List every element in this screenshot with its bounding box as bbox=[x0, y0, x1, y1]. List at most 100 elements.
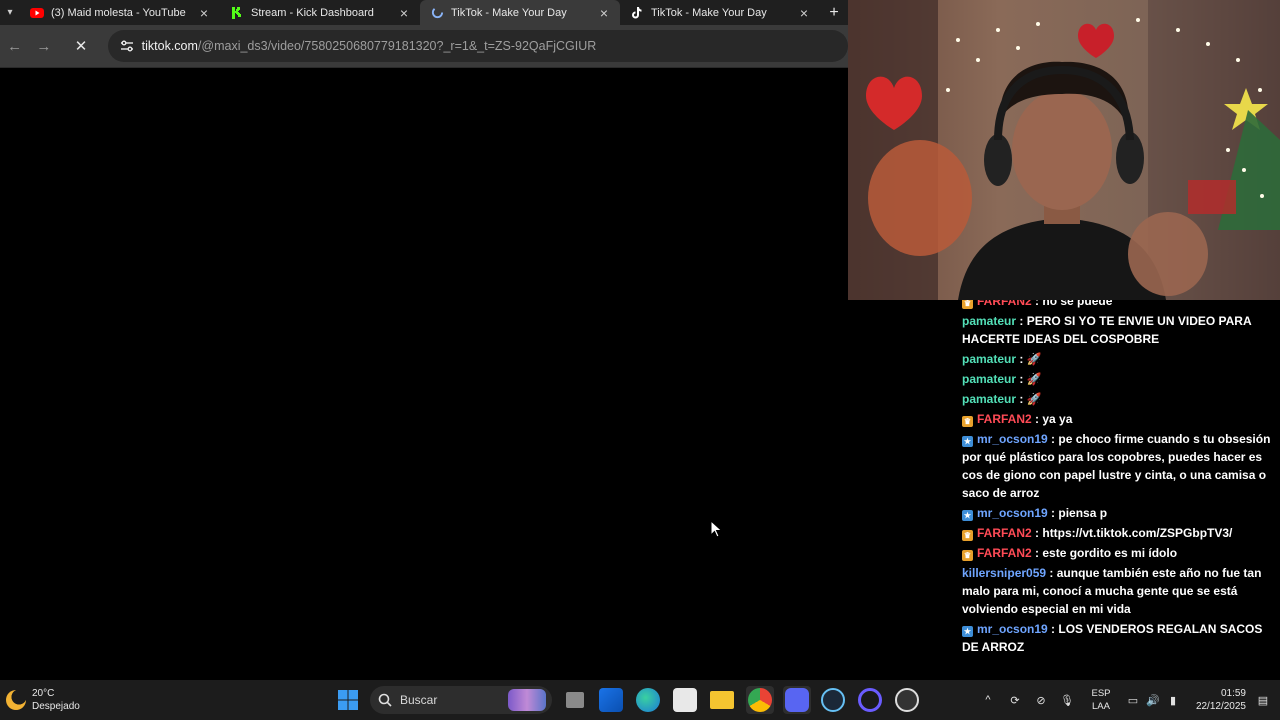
new-tab-plus-icon[interactable]: + bbox=[820, 0, 848, 25]
chat-username[interactable]: pamateur bbox=[962, 372, 1016, 386]
folder-icon bbox=[710, 691, 734, 709]
weather-widget[interactable]: 20°C Despejado bbox=[6, 686, 96, 714]
weather-condition: Despejado bbox=[32, 701, 80, 712]
language-code: ESP bbox=[1091, 688, 1111, 699]
chat-username[interactable]: mr_ocson19 bbox=[977, 432, 1048, 446]
microphone-icon[interactable]: 🎙 bbox=[1058, 686, 1076, 714]
muted-device-icon[interactable]: ⊘ bbox=[1032, 686, 1050, 714]
close-tab-icon[interactable]: × bbox=[596, 6, 612, 20]
crown-badge-icon: ♛ bbox=[962, 550, 973, 561]
tab-search-chevron-icon[interactable]: ▾ bbox=[0, 0, 20, 25]
chat-message: ♛ FARFAN2 : este gordito es mi ídolo bbox=[958, 544, 1280, 564]
forward-arrow-icon[interactable]: → bbox=[29, 31, 58, 61]
site-info-icon[interactable] bbox=[116, 35, 138, 57]
chat-separator: : bbox=[1016, 314, 1027, 328]
task-view-button[interactable] bbox=[562, 686, 588, 714]
system-clock[interactable]: 01:59 22/12/2025 bbox=[1196, 686, 1246, 714]
chat-separator: : bbox=[1047, 506, 1059, 520]
show-hidden-icons-chevron-icon[interactable]: ^ bbox=[980, 686, 996, 714]
battery-icon[interactable]: ▮ bbox=[1164, 686, 1182, 714]
sync-icon[interactable]: ⟳ bbox=[1006, 686, 1024, 714]
close-tab-icon[interactable]: × bbox=[796, 6, 812, 20]
obs-icon bbox=[895, 688, 919, 712]
chat-username[interactable]: mr_ocson19 bbox=[977, 506, 1048, 520]
crown-badge-icon: ♛ bbox=[962, 530, 973, 541]
chat-message: ♛ FARFAN2 : ya ya bbox=[958, 410, 1280, 430]
chat-message: ♛ FARFAN2 : https://vt.tiktok.com/ZSPGbpT… bbox=[958, 524, 1280, 544]
screen: ▾ (3) Maid molesta - YouTube × Stream - … bbox=[0, 0, 1280, 720]
url-path: /@maxi_ds3/video/7580250680779181320?_r=… bbox=[197, 39, 597, 53]
tab-title: TikTok - Make Your Day bbox=[651, 6, 767, 19]
stream-chat: ♛ FARFAN2 : no se puede pamateur : PERO SI… bbox=[958, 300, 1280, 680]
store-icon bbox=[673, 688, 697, 712]
language-indicator[interactable]: ESP LAA bbox=[1088, 686, 1114, 714]
back-arrow-icon[interactable]: ← bbox=[0, 31, 29, 61]
volume-icon[interactable]: 🔊 bbox=[1144, 686, 1162, 714]
chrome-icon bbox=[748, 688, 772, 712]
tab-youtube[interactable]: (3) Maid molesta - YouTube × bbox=[20, 0, 220, 25]
chat-separator: : bbox=[1047, 432, 1059, 446]
chat-text: 🚀 bbox=[1026, 392, 1042, 406]
youtube-icon bbox=[30, 6, 44, 20]
mouse-cursor-icon bbox=[710, 520, 723, 538]
taskbar-search-box[interactable]: Buscar bbox=[370, 686, 552, 714]
chat-message: ★ mr_ocson19 : piensa p bbox=[958, 504, 1280, 524]
chat-separator: : bbox=[1016, 352, 1027, 366]
kick-icon bbox=[230, 6, 244, 20]
close-tab-icon[interactable]: × bbox=[196, 6, 212, 20]
chat-separator: : bbox=[1047, 622, 1059, 636]
notifications-icon[interactable]: ▤ bbox=[1254, 686, 1272, 714]
chat-text: 🚀 bbox=[1026, 372, 1042, 386]
file-explorer-button[interactable] bbox=[709, 686, 735, 714]
chat-username[interactable]: FARFAN2 bbox=[977, 526, 1032, 540]
monitor-icon[interactable]: ▭ bbox=[1124, 686, 1142, 714]
chat-message: pamateur : 🚀 bbox=[958, 390, 1280, 410]
outlook-button[interactable] bbox=[598, 686, 624, 714]
store-button[interactable] bbox=[672, 686, 698, 714]
clock-time: 01:59 bbox=[1220, 688, 1246, 699]
chat-text: 🚀 bbox=[1026, 352, 1042, 366]
tab-tiktok-active[interactable]: TikTok - Make Your Day × bbox=[420, 0, 620, 25]
address-bar[interactable]: tiktok.com/@maxi_ds3/video/7580250680779… bbox=[107, 30, 848, 62]
edge-icon bbox=[636, 688, 660, 712]
page-content-loading bbox=[0, 68, 848, 680]
discord-button[interactable] bbox=[783, 686, 811, 714]
chat-username[interactable]: FARFAN2 bbox=[977, 412, 1032, 426]
close-tab-icon[interactable]: × bbox=[396, 6, 412, 20]
url-text[interactable]: tiktok.com/@maxi_ds3/video/7580250680779… bbox=[142, 39, 597, 53]
edge-button[interactable] bbox=[635, 686, 661, 714]
chat-separator: : bbox=[1031, 526, 1043, 540]
discord-icon bbox=[785, 688, 809, 712]
chat-separator: : bbox=[1031, 546, 1043, 560]
start-button[interactable] bbox=[334, 686, 362, 714]
chat-username[interactable]: pamateur bbox=[962, 392, 1016, 406]
chat-username[interactable]: mr_ocson19 bbox=[977, 622, 1048, 636]
stop-loading-icon[interactable]: ✕ bbox=[66, 31, 95, 61]
steam-button[interactable] bbox=[820, 686, 846, 714]
tab-title: TikTok - Make Your Day bbox=[451, 6, 567, 19]
url-host: tiktok.com bbox=[141, 39, 198, 53]
app-button[interactable] bbox=[857, 686, 883, 714]
chat-username[interactable]: FARFAN2 bbox=[977, 546, 1032, 560]
steam-icon bbox=[821, 688, 845, 712]
obs-button[interactable] bbox=[894, 686, 920, 714]
chat-message: ♛ FARFAN2 : no se puede bbox=[958, 300, 1280, 312]
chat-username[interactable]: FARFAN2 bbox=[977, 300, 1032, 308]
tab-title: (3) Maid molesta - YouTube bbox=[51, 6, 186, 19]
chat-message: ★ mr_ocson19 : LOS VENDEROS REGALAN SACOS… bbox=[958, 620, 1280, 658]
star-badge-icon: ★ bbox=[962, 626, 973, 637]
tab-title: Stream - Kick Dashboard bbox=[251, 6, 374, 19]
windows-logo-icon bbox=[338, 690, 358, 710]
chat-text: este gordito es mi ídolo bbox=[1042, 546, 1178, 560]
tiktok-icon bbox=[630, 6, 644, 20]
chat-username[interactable]: pamateur bbox=[962, 314, 1016, 328]
chat-message: ★ mr_ocson19 : pe choco firme cuando s tu… bbox=[958, 430, 1280, 504]
chat-username[interactable]: killersniper059 bbox=[962, 566, 1046, 580]
tab-tiktok[interactable]: TikTok - Make Your Day × bbox=[620, 0, 820, 25]
chrome-button[interactable] bbox=[746, 686, 774, 714]
chat-username[interactable]: pamateur bbox=[962, 352, 1016, 366]
clock-date: 22/12/2025 bbox=[1195, 701, 1246, 712]
tab-kick[interactable]: Stream - Kick Dashboard × bbox=[220, 0, 420, 25]
task-view-icon bbox=[566, 692, 584, 708]
search-icon bbox=[378, 693, 392, 707]
